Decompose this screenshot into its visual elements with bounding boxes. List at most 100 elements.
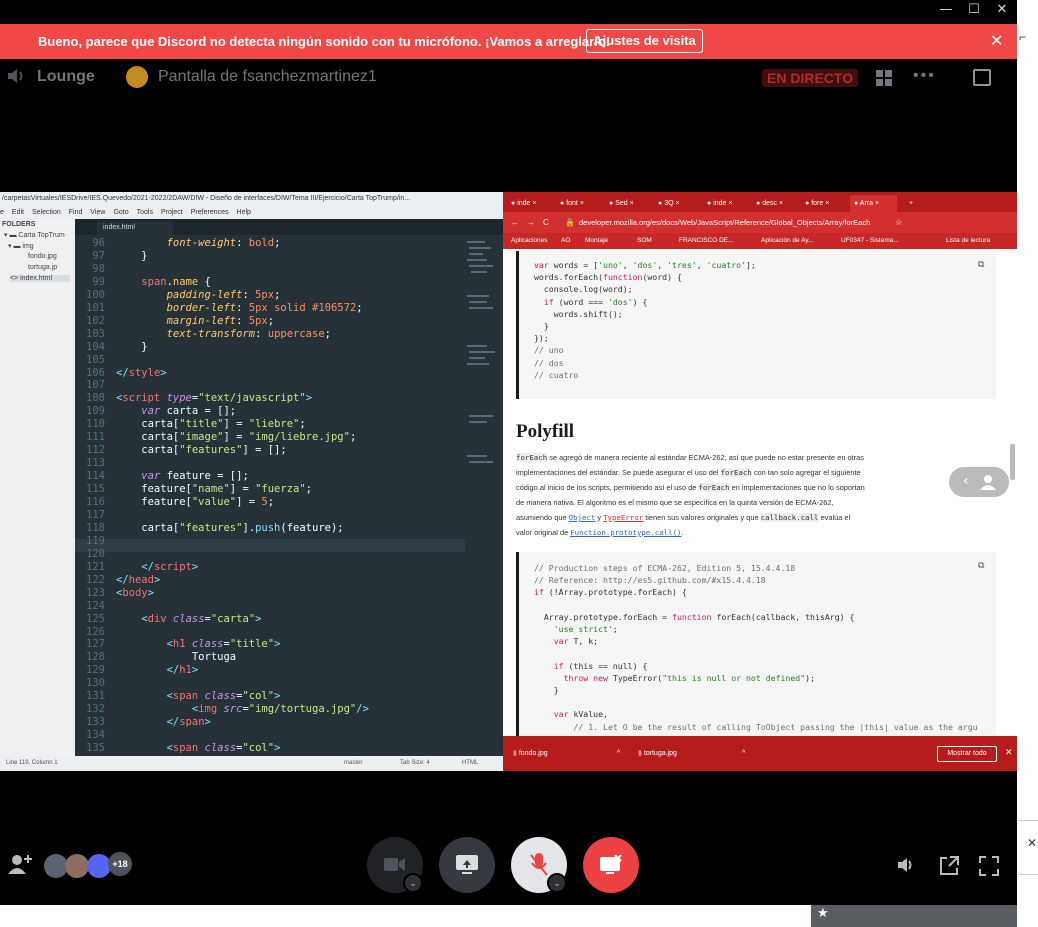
code-line: border-left: 5px solid #106572;: [166, 301, 363, 314]
notice-close-icon[interactable]: ✕: [990, 31, 1003, 50]
close-downloads-icon[interactable]: ✕: [1005, 747, 1013, 758]
menu-item[interactable]: Selection: [32, 209, 61, 216]
code-example-line: // Reference: http://es5.github.com/#x15…: [534, 575, 766, 586]
para-line: forEach se agregó de manera reciente al …: [516, 450, 936, 465]
close-tab-icon[interactable]: ×: [675, 200, 679, 207]
copy-icon[interactable]: ⧉: [978, 560, 984, 571]
close-tab-icon[interactable]: ×: [580, 200, 584, 207]
stream-overlay-pill[interactable]: ‹: [949, 467, 1009, 497]
star-icon[interactable]: ★: [817, 906, 829, 921]
object-link[interactable]: Object: [569, 513, 596, 522]
popout-stream-icon[interactable]: [939, 856, 959, 876]
browser-tab[interactable]: ● fore ×: [801, 195, 848, 212]
bookmark-item[interactable]: Aplicaciones: [511, 233, 548, 249]
copy-icon[interactable]: ⧉: [978, 259, 984, 270]
bookmark-item[interactable]: AO: [561, 233, 570, 249]
close-icon[interactable]: ✕: [1027, 836, 1037, 850]
para-line: de manera nativa. El algoritmo es el mis…: [516, 498, 834, 507]
folder-item[interactable]: ▾ ▬ Carta TopTrum: [4, 231, 65, 239]
inline-code: forEach: [698, 483, 730, 492]
code-line: span.name {: [141, 275, 211, 288]
function-call-link[interactable]: Function.prototype.call(): [570, 528, 681, 537]
code-line: margin-left: 5px;: [166, 314, 275, 327]
reload-icon[interactable]: C: [543, 212, 549, 233]
line-number: 129: [86, 664, 105, 677]
favicon-icon: ●: [854, 200, 859, 207]
line-number: 115: [86, 483, 105, 496]
disconnect-button[interactable]: [583, 837, 639, 893]
close-tab-icon[interactable]: ×: [875, 200, 879, 207]
close-tab-icon[interactable]: ×: [532, 200, 536, 207]
download-item[interactable]: ▮ fondo.jpg ^: [513, 736, 625, 771]
favicon-icon: ●: [511, 200, 516, 207]
browser-tab[interactable]: ● 3Q ×: [654, 195, 701, 212]
volume-icon[interactable]: [897, 856, 915, 874]
browser-tab[interactable]: ● Sed ×: [605, 195, 652, 212]
code-area[interactable]: 96 font-weight: bold; 97 } 98 99 span.name …: [75, 235, 465, 756]
star-icon[interactable]: ☆: [895, 212, 902, 233]
menu-item[interactable]: Help: [237, 209, 251, 216]
more-options-icon[interactable]: •••: [913, 67, 936, 85]
bookmark-item[interactable]: SOM: [637, 233, 652, 249]
menu-item[interactable]: View: [90, 209, 105, 216]
close-window-button[interactable]: ✕: [992, 2, 1012, 17]
menu-item[interactable]: e: [0, 209, 4, 216]
browser-tab[interactable]: ● inde ×: [507, 195, 554, 212]
voice-settings-button[interactable]: Ajustes de visita: [586, 29, 703, 53]
bookmark-item[interactable]: Montaje: [585, 233, 608, 249]
chevron-down-icon[interactable]: ⌄: [547, 873, 567, 893]
show-all-button[interactable]: Mostrar todo: [937, 746, 997, 762]
bookmark-item[interactable]: Aplicación de Ay...: [761, 233, 814, 249]
more-participants-badge[interactable]: +18: [108, 852, 132, 876]
menu-item[interactable]: Edit: [12, 209, 24, 216]
folder-item[interactable]: ▾ ▬ img: [8, 242, 34, 250]
close-tab-icon[interactable]: ×: [825, 200, 829, 207]
file-item-active[interactable]: <> index.html: [10, 275, 70, 282]
popout-icon[interactable]: [973, 69, 991, 86]
page-scrollbar[interactable]: [1010, 444, 1015, 480]
screen-share-button[interactable]: [439, 837, 495, 893]
browser-tab[interactable]: ● desc ×: [752, 195, 799, 212]
bookmark-item[interactable]: FRANCISCO DE...: [679, 233, 734, 249]
browser-tab[interactable]: ● Arra ×: [850, 195, 897, 212]
bookmark-item[interactable]: UF0347 - Sistema...: [841, 233, 899, 249]
url-bar[interactable]: developer.mozilla.org/es/docs/Web/JavaSc…: [579, 212, 870, 233]
grid-icon[interactable]: [876, 70, 892, 86]
bookmark-item[interactable]: Lista de lectura: [946, 233, 990, 249]
fullscreen-icon[interactable]: [979, 856, 999, 876]
editor-tab[interactable]: index.html: [97, 221, 173, 235]
invite-icon[interactable]: [8, 854, 32, 874]
close-tab-icon[interactable]: ×: [728, 200, 732, 207]
line-number: 131: [86, 690, 105, 703]
menu-item[interactable]: Preferences: [191, 209, 229, 216]
file-item[interactable]: fondo.jpg: [28, 253, 57, 260]
browser-tab[interactable]: ● inde ×: [703, 195, 750, 212]
sublime-editor: /carpetasVirtuales/IESDrive/IES.Quevedo/…: [0, 192, 503, 771]
tab-size[interactable]: Tab Size: 4: [400, 756, 430, 771]
menu-item[interactable]: Find: [69, 209, 83, 216]
browser-tab[interactable]: ● font ×: [556, 195, 603, 212]
screen-share-stream[interactable]: /carpetasVirtuales/IESDrive/IES.Quevedo/…: [0, 192, 1017, 771]
code-example-line: console.log(word);: [534, 284, 633, 295]
close-tab-icon[interactable]: ×: [630, 200, 634, 207]
mute-button[interactable]: ⌄: [511, 837, 567, 893]
notice-text: Bueno, parece que Discord no detecta nin…: [38, 34, 611, 49]
new-tab-button[interactable]: +: [905, 195, 913, 212]
minimap[interactable]: [465, 235, 497, 495]
menu-item[interactable]: Goto: [113, 209, 128, 216]
camera-button[interactable]: ⌄: [367, 837, 423, 893]
menu-item[interactable]: Project: [161, 209, 183, 216]
minimize-button[interactable]: —: [936, 2, 956, 17]
typeerror-link[interactable]: TypeError: [603, 513, 643, 522]
menu-item[interactable]: Tools: [137, 209, 153, 216]
download-item[interactable]: ▮ tortuga.jpg ^: [638, 736, 750, 771]
back-icon[interactable]: ←: [511, 212, 519, 233]
close-tab-icon[interactable]: ×: [779, 200, 783, 207]
forward-icon[interactable]: →: [527, 212, 535, 233]
maximize-button[interactable]: ☐: [964, 2, 984, 17]
para-text: evalúa el: [818, 513, 851, 522]
syntax-mode[interactable]: HTML: [462, 756, 478, 771]
file-item[interactable]: tortuga.jp: [28, 264, 57, 271]
chevron-down-icon[interactable]: ⌄: [403, 873, 423, 893]
stop-share-icon: [600, 855, 622, 874]
